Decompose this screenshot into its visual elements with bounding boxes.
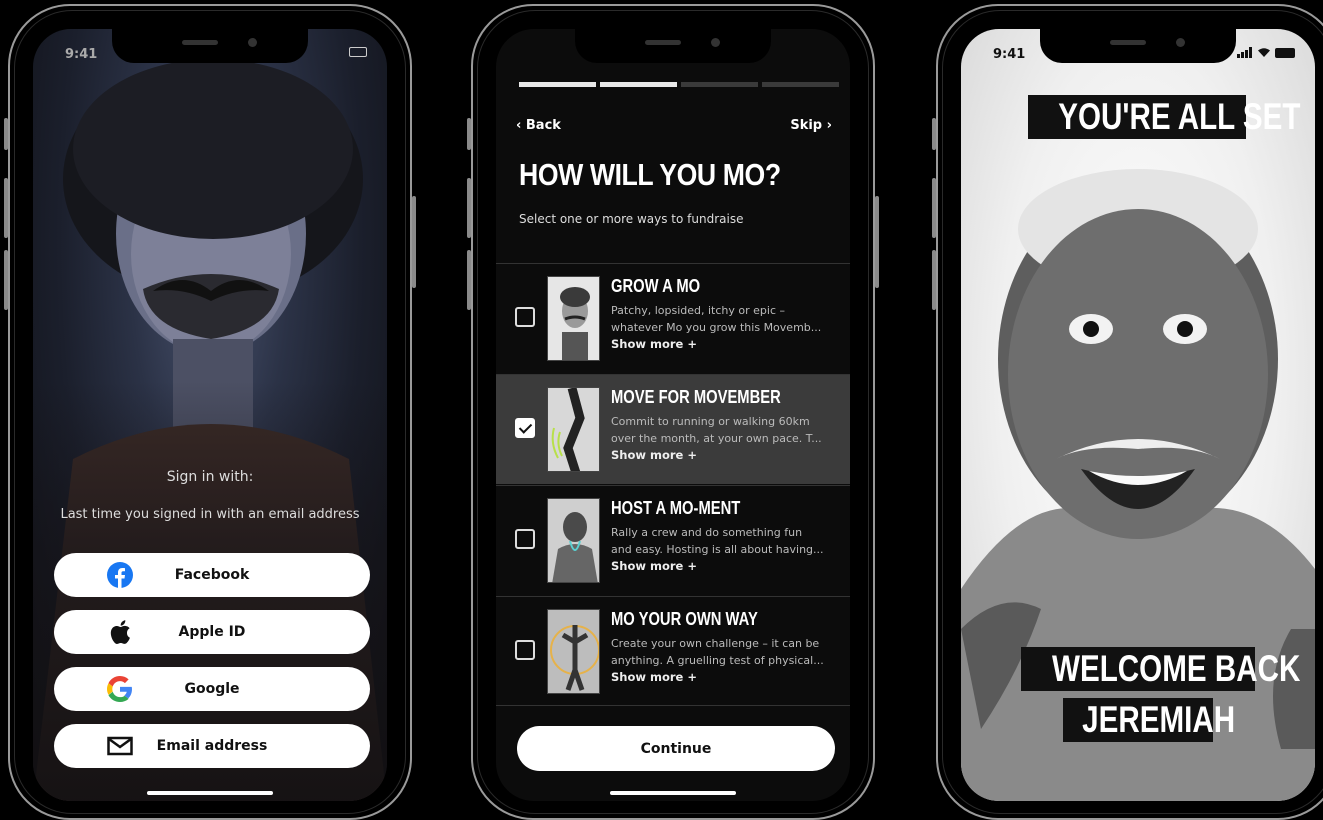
page-subtitle: Select one or more ways to fundraise	[519, 212, 744, 226]
email-label: Email address	[156, 738, 268, 754]
skip-button[interactable]: Skip ›	[790, 118, 832, 133]
option-host-a-mo-ment[interactable]: HOST A MO-MENT Rally a crew and do somet…	[496, 485, 850, 595]
status-time: 9:41	[993, 47, 1026, 62]
show-more-link[interactable]: Show more +	[611, 448, 697, 462]
option-title: MOVE FOR MOVEMBER	[611, 387, 781, 407]
option-thumbnail	[547, 609, 600, 694]
google-icon	[106, 676, 134, 702]
progress-step	[519, 82, 596, 87]
notch	[112, 29, 308, 63]
status-icons	[349, 47, 367, 57]
progress-step	[600, 82, 677, 87]
screen: 9:41 Sign in with: Last time you signed …	[33, 29, 387, 801]
option-title: GROW A MO	[611, 276, 701, 296]
option-description-line1: Rally a crew and do something fun	[611, 526, 803, 539]
volume-down-button	[4, 250, 8, 310]
option-checkbox-checked[interactable]	[515, 418, 535, 438]
mute-switch	[932, 118, 936, 150]
status-time: 9:41	[65, 47, 98, 62]
phone-sign-in: 9:41 Sign in with: Last time you signed …	[4, 4, 416, 820]
page-title: HOW WILL YOU MO?	[519, 157, 781, 192]
welcome-text: WELCOME BACK	[1052, 648, 1301, 689]
mute-switch	[4, 118, 8, 150]
apple-icon	[106, 619, 134, 645]
screen: 9:41 YOU'RE ALL SET WELCOME BACK JEREMIA…	[961, 29, 1315, 801]
back-button[interactable]: ‹ Back	[516, 118, 561, 133]
option-description-line1: Commit to running or walking 60km	[611, 415, 810, 428]
battery-icon	[349, 47, 367, 57]
phone-welcome-back: 9:41 YOU'RE ALL SET WELCOME BACK JEREMIA…	[932, 4, 1323, 820]
option-description-line1: Create your own challenge – it can be	[611, 637, 820, 650]
option-title: MO YOUR OWN WAY	[611, 609, 758, 629]
power-button	[412, 196, 416, 288]
last-sign-in-note: Last time you signed in with an email ad…	[60, 507, 360, 522]
option-move-for-movember[interactable]: MOVE FOR MOVEMBER Commit to running or w…	[496, 374, 850, 484]
show-more-link[interactable]: Show more +	[611, 559, 697, 573]
show-more-link[interactable]: Show more +	[611, 337, 697, 351]
mute-switch	[467, 118, 471, 150]
progress-steps	[519, 82, 839, 87]
facebook-sign-in-button[interactable]: Facebook	[54, 553, 370, 597]
notch	[1040, 29, 1236, 63]
battery-icon	[1275, 47, 1295, 58]
email-sign-in-button[interactable]: Email address	[54, 724, 370, 768]
user-name-banner: JEREMIAH	[1063, 698, 1235, 742]
volume-up-button	[932, 178, 936, 238]
option-checkbox[interactable]	[515, 640, 535, 660]
option-mo-your-own-way[interactable]: MO YOUR OWN WAY Create your own challeng…	[496, 596, 850, 706]
home-indicator[interactable]	[610, 791, 736, 795]
option-grow-a-mo[interactable]: GROW A MO Patchy, lopsided, itchy or epi…	[496, 263, 850, 373]
home-indicator[interactable]	[147, 791, 273, 795]
apple-label: Apple ID	[178, 624, 246, 640]
mail-icon	[106, 733, 134, 759]
showcase-stage: 9:41 Sign in with: Last time you signed …	[0, 0, 1323, 820]
screen: ‹ Back Skip › HOW WILL YOU MO? Select on…	[496, 29, 850, 801]
option-thumbnail	[547, 276, 600, 361]
option-title: HOST A MO-MENT	[611, 498, 741, 518]
apple-sign-in-button[interactable]: Apple ID	[54, 610, 370, 654]
facebook-icon	[106, 562, 134, 588]
google-sign-in-button[interactable]: Google	[54, 667, 370, 711]
option-description-line2: whatever Mo you grow this Movemb...	[611, 321, 822, 334]
notch	[575, 29, 771, 63]
all-set-text: YOU'RE ALL SET	[1058, 96, 1301, 137]
wifi-icon	[1258, 48, 1270, 57]
option-description-line2: and easy. Hosting is all about having...	[611, 543, 824, 556]
status-icons	[1237, 47, 1295, 58]
signal-icon	[1237, 47, 1252, 58]
option-description-line1: Patchy, lopsided, itchy or epic –	[611, 304, 785, 317]
google-label: Google	[184, 681, 240, 697]
volume-up-button	[467, 178, 471, 238]
continue-button[interactable]: Continue	[517, 726, 835, 771]
sign-in-title: Sign in with:	[166, 469, 254, 485]
welcome-banner: WELCOME BACK	[1021, 647, 1300, 691]
show-more-link[interactable]: Show more +	[611, 670, 697, 684]
option-checkbox[interactable]	[515, 307, 535, 327]
all-set-banner: YOU'RE ALL SET	[1028, 95, 1301, 139]
user-name-text: JEREMIAH	[1082, 699, 1236, 740]
option-thumbnail	[547, 387, 600, 472]
progress-step	[681, 82, 758, 87]
volume-down-button	[932, 250, 936, 310]
power-button	[875, 196, 879, 288]
volume-up-button	[4, 178, 8, 238]
option-thumbnail	[547, 498, 600, 583]
progress-step	[762, 82, 839, 87]
facebook-label: Facebook	[174, 567, 250, 583]
option-description-line2: over the month, at your own pace. T...	[611, 432, 822, 445]
option-checkbox[interactable]	[515, 529, 535, 549]
phone-fundraise-options: ‹ Back Skip › HOW WILL YOU MO? Select on…	[467, 4, 879, 820]
volume-down-button	[467, 250, 471, 310]
option-description-line2: anything. A gruelling test of physical..…	[611, 654, 824, 667]
